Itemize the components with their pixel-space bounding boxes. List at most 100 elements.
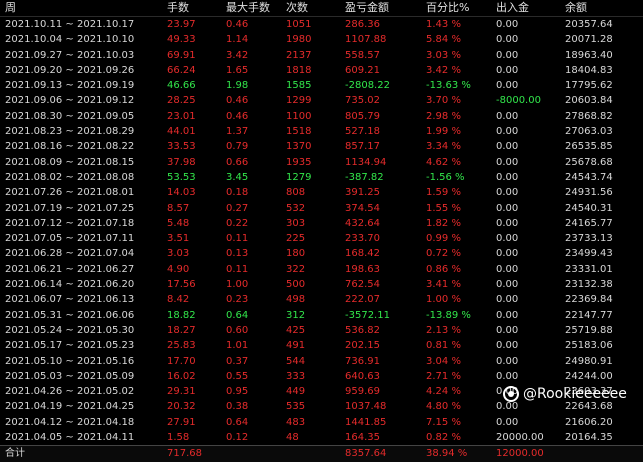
pnl-cell: 374.54 bbox=[345, 202, 380, 214]
table-row[interactable]: 2021.06.21 ~ 2021.06.27 4.90 0.11 322 198.63… bbox=[0, 262, 643, 277]
week-cell: 2021.05.24 ~ 2021.05.30 bbox=[5, 324, 135, 336]
header-lots[interactable]: 手数 bbox=[167, 0, 189, 16]
max-lots-cell: 3.45 bbox=[226, 171, 249, 183]
table-row[interactable]: 2021.05.31 ~ 2021.06.06 18.82 0.64 312 -3572… bbox=[0, 308, 643, 323]
lots-cell: 44.01 bbox=[167, 126, 196, 138]
balance-cell: 27063.03 bbox=[565, 126, 613, 138]
lots-cell: 37.98 bbox=[167, 156, 196, 168]
table-row[interactable]: 2021.09.06 ~ 2021.09.12 28.25 0.46 1299 735.… bbox=[0, 93, 643, 108]
header-week[interactable]: 周 bbox=[5, 0, 16, 16]
lots-cell: 3.03 bbox=[167, 248, 190, 260]
table-row[interactable]: 2021.07.26 ~ 2021.08.01 14.03 0.18 808 391.2… bbox=[0, 185, 643, 200]
week-cell: 2021.07.26 ~ 2021.08.01 bbox=[5, 187, 135, 199]
max-lots-cell: 0.11 bbox=[226, 233, 249, 245]
lots-cell: 28.25 bbox=[167, 95, 196, 107]
deposit-cell: 0.00 bbox=[496, 279, 519, 291]
total-label: 合计 bbox=[5, 448, 25, 460]
max-lots-cell: 0.22 bbox=[226, 217, 249, 229]
percent-cell: 1.59 % bbox=[426, 187, 461, 199]
header-deposit[interactable]: 出入金 bbox=[496, 0, 529, 16]
deposit-cell: 0.00 bbox=[496, 64, 519, 76]
percent-cell: 2.98 % bbox=[426, 110, 461, 122]
week-cell: 2021.06.21 ~ 2021.06.27 bbox=[5, 263, 135, 275]
percent-cell: 1.43 % bbox=[426, 19, 461, 30]
count-cell: 303 bbox=[286, 217, 306, 229]
header-max-lots[interactable]: 最大手数 bbox=[226, 0, 270, 16]
balance-cell: 27868.82 bbox=[565, 110, 613, 122]
table-row[interactable]: 2021.09.13 ~ 2021.09.19 46.66 1.98 1585 -280… bbox=[0, 78, 643, 93]
table-row[interactable]: 2021.08.02 ~ 2021.08.08 53.53 3.45 1279 -387… bbox=[0, 170, 643, 185]
week-cell: 2021.07.19 ~ 2021.07.25 bbox=[5, 202, 135, 214]
pnl-cell: 536.82 bbox=[345, 324, 380, 336]
lots-cell: 66.24 bbox=[167, 64, 196, 76]
table-row[interactable]: 2021.10.11 ~ 2021.10.17 23.97 0.46 1051 286.… bbox=[0, 17, 643, 32]
deposit-cell: 0.00 bbox=[496, 248, 519, 260]
max-lots-cell: 3.42 bbox=[226, 49, 249, 61]
percent-cell: 3.41 % bbox=[426, 279, 461, 291]
table-row[interactable]: 2021.09.27 ~ 2021.10.03 69.91 3.42 2137 558.… bbox=[0, 48, 643, 63]
pnl-cell: 736.91 bbox=[345, 355, 380, 367]
lots-cell: 8.57 bbox=[167, 202, 190, 214]
percent-cell: 4.24 % bbox=[426, 386, 461, 398]
table-row[interactable]: 2021.04.12 ~ 2021.04.18 27.91 0.64 483 1441.… bbox=[0, 415, 643, 430]
table-row[interactable]: 2021.09.20 ~ 2021.09.26 66.24 1.65 1818 609.… bbox=[0, 63, 643, 78]
lots-cell: 25.83 bbox=[167, 340, 196, 352]
week-cell: 2021.08.16 ~ 2021.08.22 bbox=[5, 141, 135, 153]
lots-cell: 5.48 bbox=[167, 217, 190, 229]
count-cell: 1818 bbox=[286, 64, 312, 76]
table-row[interactable]: 2021.05.10 ~ 2021.05.16 17.70 0.37 544 736.9… bbox=[0, 354, 643, 369]
table-row[interactable]: 2021.08.09 ~ 2021.08.15 37.98 0.66 1935 1134… bbox=[0, 155, 643, 170]
lots-cell: 46.66 bbox=[167, 80, 196, 92]
percent-cell: -13.89 % bbox=[426, 309, 471, 321]
header-balance[interactable]: 余额 bbox=[565, 0, 587, 16]
table-row[interactable]: 2021.07.19 ~ 2021.07.25 8.57 0.27 532 374.54… bbox=[0, 201, 643, 216]
deposit-cell: 20000.00 bbox=[496, 432, 544, 444]
header-count[interactable]: 次数 bbox=[286, 0, 308, 16]
week-cell: 2021.05.10 ~ 2021.05.16 bbox=[5, 355, 135, 367]
deposit-cell: 0.00 bbox=[496, 340, 519, 352]
table-row[interactable]: 2021.04.05 ~ 2021.04.11 1.58 0.12 48 164.35 0… bbox=[0, 430, 643, 445]
percent-cell: 0.82 % bbox=[426, 432, 461, 444]
table-row[interactable]: 2021.06.07 ~ 2021.06.13 8.42 0.23 498 222.07… bbox=[0, 292, 643, 307]
table-row[interactable]: 2021.10.04 ~ 2021.10.10 49.33 1.14 1980 1107… bbox=[0, 32, 643, 47]
table-row[interactable]: 2021.05.17 ~ 2021.05.23 25.83 1.01 491 202.1… bbox=[0, 338, 643, 353]
pnl-cell: 198.63 bbox=[345, 263, 380, 275]
count-cell: 2137 bbox=[286, 49, 312, 61]
header-pnl[interactable]: 盈亏金额 bbox=[345, 0, 389, 16]
table-row[interactable]: 2021.06.14 ~ 2021.06.20 17.56 1.00 500 762.5… bbox=[0, 277, 643, 292]
pnl-cell: 1107.88 bbox=[345, 34, 387, 46]
max-lots-cell: 0.46 bbox=[226, 95, 249, 107]
table-row[interactable]: 2021.08.23 ~ 2021.08.29 44.01 1.37 1518 527.… bbox=[0, 124, 643, 139]
pnl-cell: 391.25 bbox=[345, 187, 380, 199]
percent-cell: 3.42 % bbox=[426, 64, 461, 76]
balance-cell: 24931.56 bbox=[565, 187, 613, 199]
deposit-cell: 0.00 bbox=[496, 49, 519, 61]
table-row[interactable]: 2021.07.05 ~ 2021.07.11 3.51 0.11 225 233.70… bbox=[0, 231, 643, 246]
lots-cell: 18.27 bbox=[167, 324, 196, 336]
table-row[interactable]: 2021.08.16 ~ 2021.08.22 33.53 0.79 1370 857.… bbox=[0, 139, 643, 154]
max-lots-cell: 0.66 bbox=[226, 156, 249, 168]
table-row[interactable]: 2021.08.30 ~ 2021.09.05 23.01 0.46 1100 805.… bbox=[0, 109, 643, 124]
count-cell: 498 bbox=[286, 294, 306, 306]
week-cell: 2021.10.04 ~ 2021.10.10 bbox=[5, 34, 135, 46]
table-row[interactable]: 2021.06.28 ~ 2021.07.04 3.03 0.13 180 168.42… bbox=[0, 246, 643, 261]
count-cell: 1518 bbox=[286, 126, 312, 138]
table-row[interactable]: 2021.05.03 ~ 2021.05.09 16.02 0.55 333 640.6… bbox=[0, 369, 643, 384]
lots-cell: 69.91 bbox=[167, 49, 196, 61]
lots-cell: 49.33 bbox=[167, 34, 196, 46]
max-lots-cell: 1.98 bbox=[226, 80, 249, 92]
count-cell: 532 bbox=[286, 202, 306, 214]
week-cell: 2021.07.12 ~ 2021.07.18 bbox=[5, 217, 135, 229]
header-percent[interactable]: 百分比% bbox=[426, 0, 469, 16]
pnl-cell: 805.79 bbox=[345, 110, 380, 122]
max-lots-cell: 0.55 bbox=[226, 370, 249, 382]
percent-cell: 2.71 % bbox=[426, 370, 461, 382]
lots-cell: 3.51 bbox=[167, 233, 190, 245]
lots-cell: 14.03 bbox=[167, 187, 196, 199]
watermark: @Rookieeeeee bbox=[503, 386, 627, 402]
deposit-cell: 0.00 bbox=[496, 156, 519, 168]
percent-cell: 4.80 % bbox=[426, 401, 461, 413]
table-row[interactable]: 2021.07.12 ~ 2021.07.18 5.48 0.22 303 432.64… bbox=[0, 216, 643, 231]
total-row: 合计 717.68 8357.64 38.94 % 12000.00 bbox=[0, 445, 643, 462]
table-row[interactable]: 2021.05.24 ~ 2021.05.30 18.27 0.60 425 536.8… bbox=[0, 323, 643, 338]
